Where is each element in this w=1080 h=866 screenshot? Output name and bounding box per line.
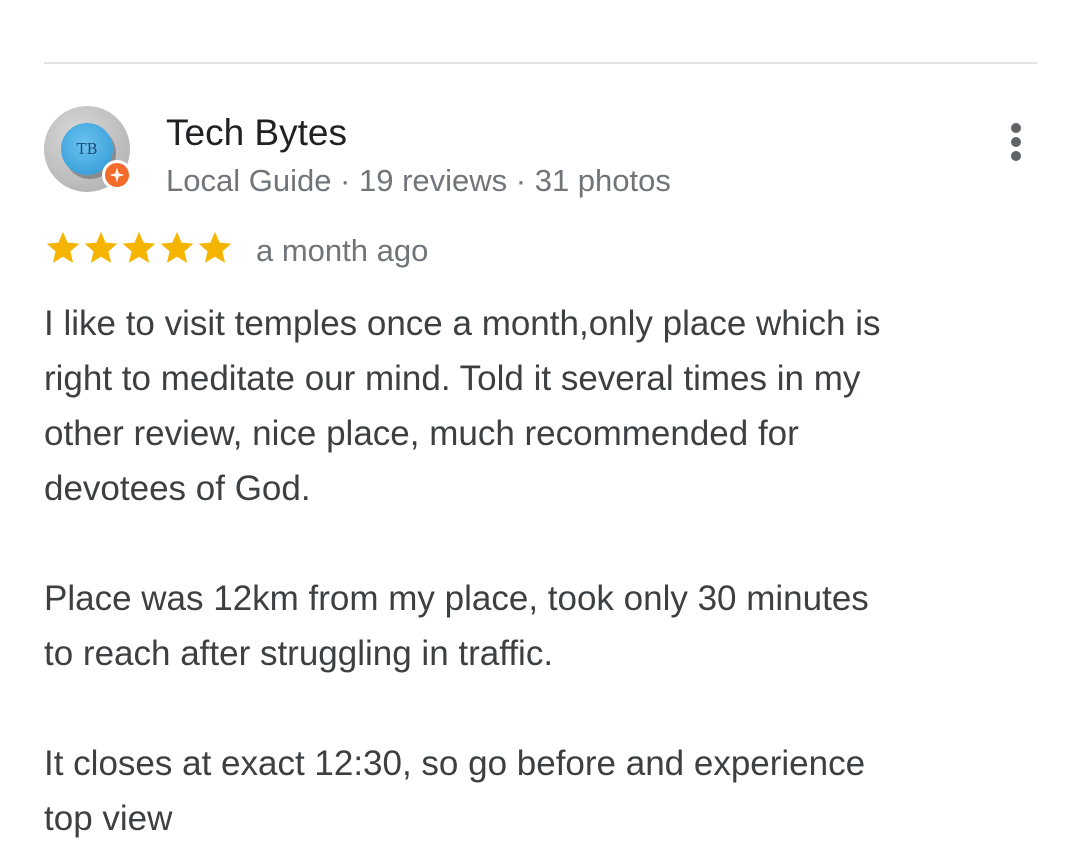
review-text: I like to visit temples once a month,onl…: [44, 296, 1044, 846]
review-paragraph: Place was 12km from my place, took only …: [44, 579, 869, 673]
author-avatar[interactable]: TB: [44, 106, 132, 194]
more-options-button[interactable]: [994, 118, 1038, 166]
more-vert-icon: [1011, 123, 1021, 161]
star-rating: [44, 228, 234, 268]
review-time: a month ago: [256, 233, 429, 268]
author-meta: Local Guide · 19 reviews · 31 photos: [166, 163, 671, 198]
star-icon: [122, 231, 156, 263]
author-name[interactable]: Tech Bytes: [166, 111, 347, 155]
local-guide-badge-icon: [102, 160, 132, 190]
star-icon: [160, 231, 194, 263]
review-paragraph: It closes at exact 12:30, so go before a…: [44, 744, 866, 838]
star-icon: [46, 231, 80, 263]
review-paragraph: I like to visit temples once a month,onl…: [44, 304, 881, 508]
top-divider: [44, 62, 1037, 64]
star-icon: [198, 231, 232, 263]
star-icon: [84, 231, 118, 263]
